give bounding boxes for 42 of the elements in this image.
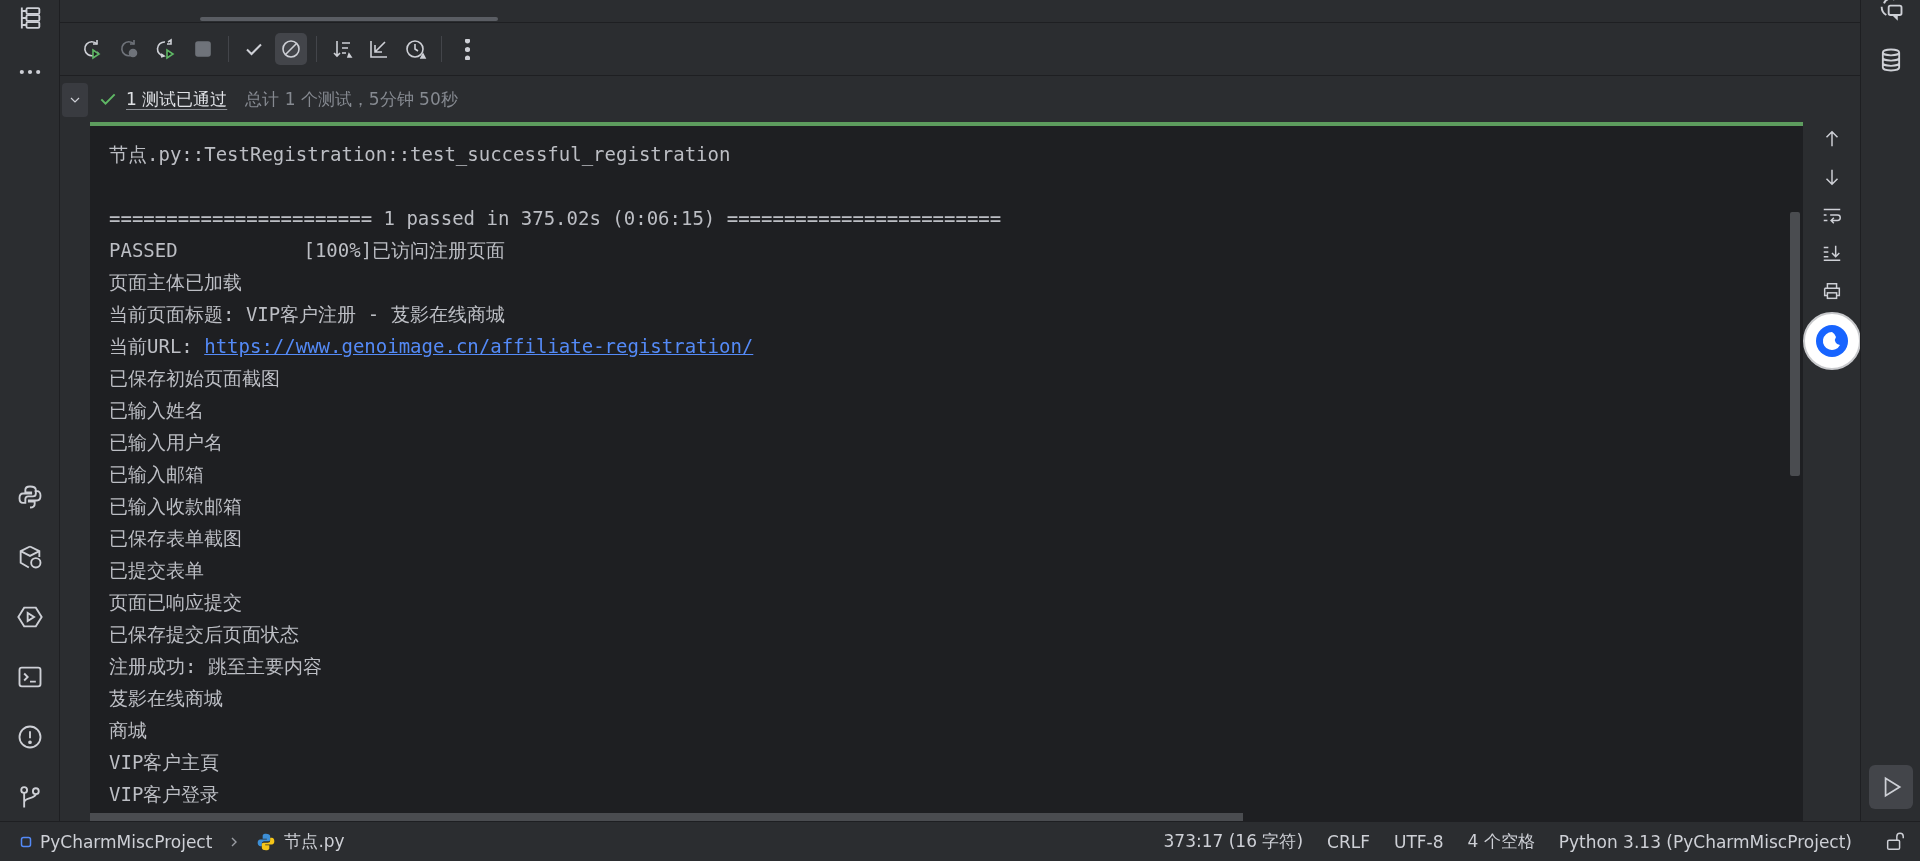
test-status-link[interactable]: 1 测试已通过 — [126, 87, 228, 111]
horizontal-scrollbar[interactable] — [90, 813, 1243, 821]
output-line: 页面已响应提交 — [109, 591, 242, 613]
cursor-position[interactable]: 373:17 (16 字符) — [1163, 830, 1304, 853]
indent-setting[interactable]: 4 个空格 — [1467, 830, 1535, 853]
output-line: 芨影在线商城 — [109, 687, 223, 709]
slashed-circle-icon — [279, 37, 303, 61]
output-line: 当前页面标题: VIP客户注册 - 芨影在线商城 — [109, 303, 505, 325]
output-line: 已输入姓名 — [109, 399, 204, 421]
file-encoding[interactable]: UTF-8 — [1393, 831, 1444, 852]
output-line: VIP客户登录 — [109, 783, 220, 805]
output-line: 商城 — [109, 719, 147, 741]
output-line: 已提交表单 — [109, 559, 204, 581]
output-line: 已输入收款邮箱 — [109, 495, 242, 517]
output-line: 已输入用户名 — [109, 431, 223, 453]
project-name[interactable]: PyCharmMiscProject — [40, 831, 213, 852]
more-vertical-icon — [464, 38, 470, 60]
lock-icon[interactable] — [1884, 830, 1906, 853]
output-line: 已保存初始页面截图 — [109, 367, 280, 389]
output-line: 注册成功: 跳至主要内容 — [109, 655, 322, 677]
scrollbar-thumb[interactable] — [200, 17, 498, 21]
output-line: 已保存表单截图 — [109, 527, 242, 549]
output-line: 已保存提交后页面状态 — [109, 623, 299, 645]
url-link[interactable]: https://www.genoimage.cn/affiliate-registration/ — [204, 335, 754, 357]
assistant-button[interactable] — [1802, 312, 1861, 370]
project-icon — [20, 835, 32, 848]
clock-icon — [404, 37, 428, 61]
show-ignored-button[interactable] — [275, 33, 307, 65]
interpreter[interactable]: Python 3.13 (PyCharmMiscProject) — [1558, 831, 1852, 852]
test-summary: 总计 1 个测试，5分钟 50秒 — [245, 87, 458, 111]
output-line: 节点.py::TestRegistration::test_successful_registration — [109, 143, 731, 165]
output-line: PASSED [100%]已访问注册页面 — [109, 239, 506, 261]
python-file-icon — [256, 831, 277, 852]
vertical-scrollbar[interactable] — [1790, 212, 1800, 476]
line-ending[interactable]: CRLF — [1327, 831, 1370, 852]
file-name[interactable]: 节点.py — [284, 830, 345, 853]
output-line: 已输入邮箱 — [109, 463, 204, 485]
run-button[interactable] — [1868, 765, 1913, 809]
output-line: ======================= 1 passed in 375.02s (0:06:15) ======================== — [109, 207, 1002, 229]
output-line: VIP客户主頁 — [109, 751, 220, 773]
output-line: 页面主体已加载 — [109, 271, 242, 293]
output-label: 当前URL: — [109, 335, 193, 357]
